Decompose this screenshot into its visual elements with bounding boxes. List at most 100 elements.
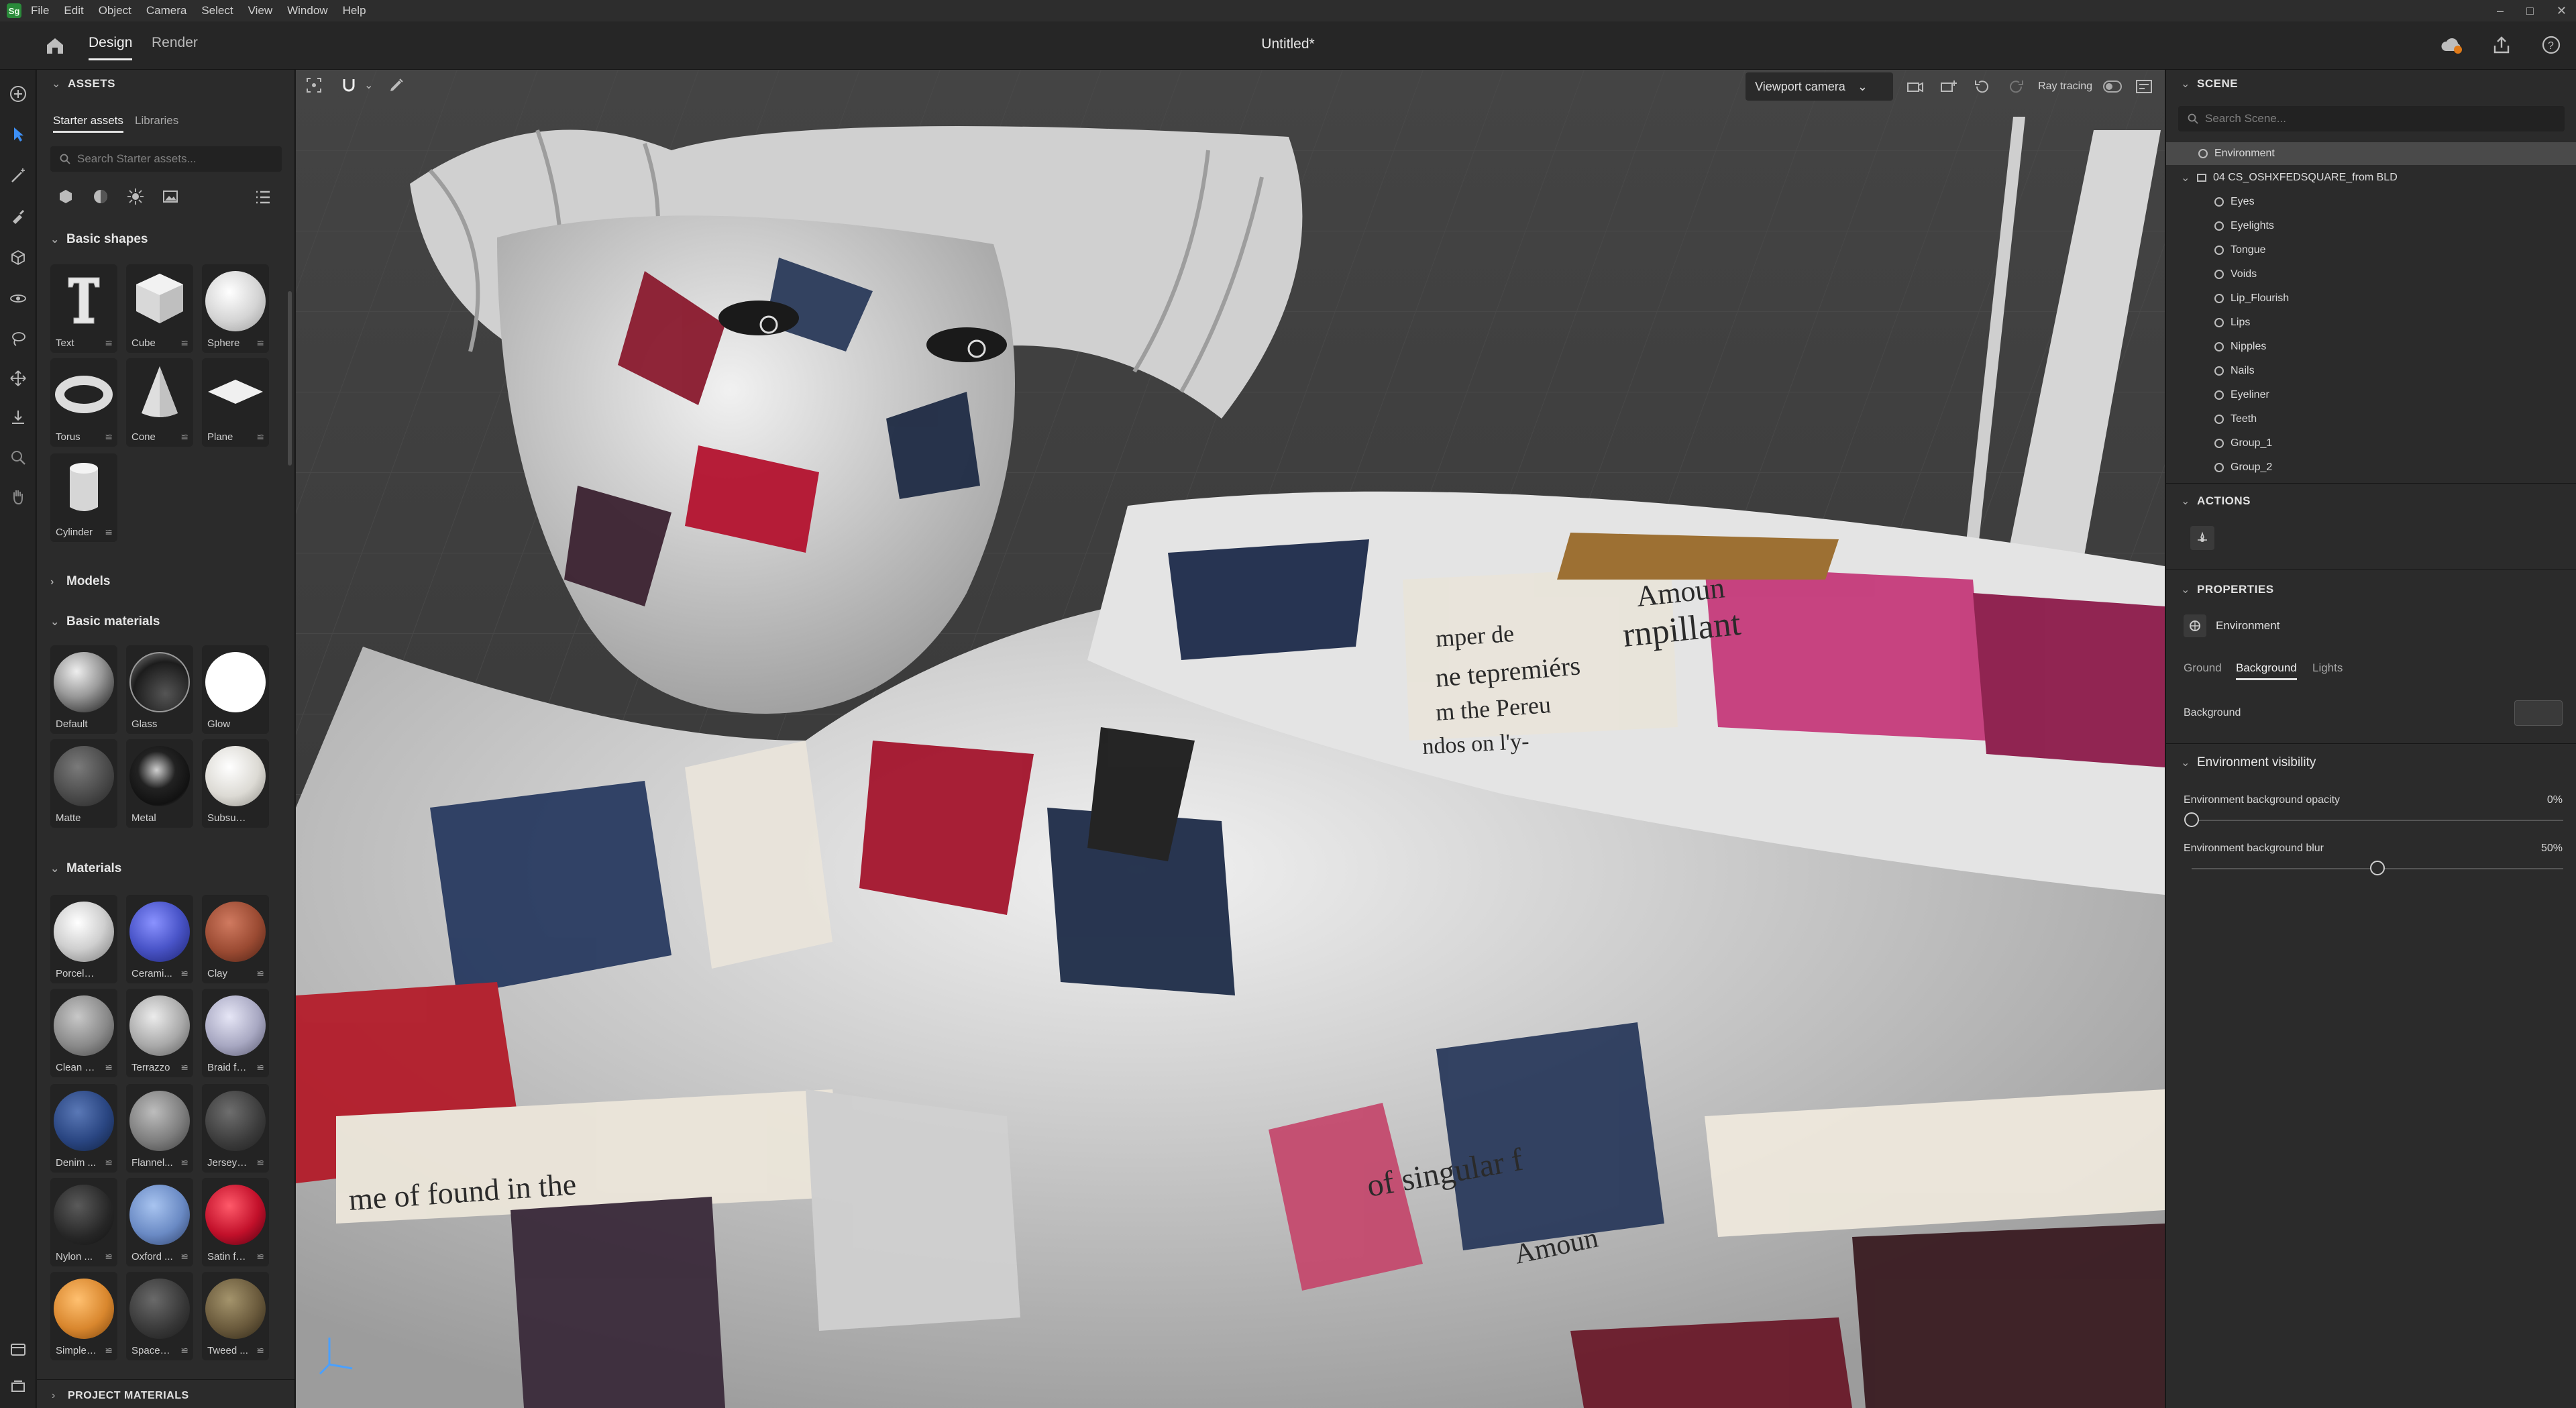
material-braid-fabric[interactable]: Braid fa... ≌ <box>202 989 269 1077</box>
material-terrazzo[interactable]: Terrazzo ≌ <box>126 989 193 1077</box>
options-icon[interactable]: ≌ <box>105 431 113 443</box>
material-porcelain[interactable]: Porcelain <box>50 895 117 983</box>
material-glow[interactable]: Glow <box>202 645 269 734</box>
menu-file[interactable]: File <box>31 4 49 17</box>
options-icon[interactable]: ≌ <box>180 431 189 443</box>
share-icon[interactable] <box>2490 34 2513 56</box>
add-icon[interactable] <box>6 82 30 106</box>
help-icon[interactable]: ? <box>2540 34 2563 56</box>
project-materials-header[interactable]: › PROJECT MATERIALS <box>37 1379 294 1408</box>
snap-magnet-icon[interactable] <box>337 74 360 97</box>
scene-item-nails[interactable]: Nails <box>2166 360 2576 382</box>
actions-header[interactable]: ⌄ ACTIONS <box>2181 494 2251 508</box>
tab-libraries[interactable]: Libraries <box>135 114 178 127</box>
scene-item-group-2[interactable]: Group_2 <box>2166 456 2576 479</box>
tab-lights[interactable]: Lights <box>2312 661 2343 675</box>
minimize-icon[interactable]: – <box>2497 4 2504 18</box>
material-denim[interactable]: Denim ... ≌ <box>50 1084 117 1173</box>
asset-torus[interactable]: Torus ≌ <box>50 358 117 447</box>
camera-add-icon[interactable] <box>1937 75 1960 98</box>
orbit-icon[interactable] <box>6 286 30 310</box>
maximize-icon[interactable]: □ <box>2526 4 2534 18</box>
materials-header[interactable]: ⌄ Materials <box>50 861 121 876</box>
material-jersey-fabric[interactable]: Jersey f... ≌ <box>202 1084 269 1173</box>
material-default[interactable]: Default <box>50 645 117 734</box>
options-icon[interactable]: ≌ <box>105 527 113 538</box>
material-glass[interactable]: Glass <box>126 645 193 734</box>
menu-select[interactable]: Select <box>201 4 233 17</box>
stack-icon[interactable] <box>6 1374 30 1398</box>
frame-selection-icon[interactable] <box>303 74 325 97</box>
chevron-down-icon[interactable]: ⌄ <box>364 78 373 92</box>
options-icon[interactable]: ≌ <box>105 337 113 349</box>
scene-header[interactable]: ⌄ SCENE <box>2181 76 2238 91</box>
camera-history-icon[interactable] <box>2004 75 2027 98</box>
scene-item-group-root[interactable]: ⌄ 04 CS_OSHXFEDSQUARE_from BLD <box>2166 166 2576 189</box>
paint-brush-icon[interactable] <box>6 204 30 228</box>
material-subsurface[interactable]: Subsurface <box>202 739 269 828</box>
scene-search[interactable] <box>2178 106 2565 131</box>
tab-ground[interactable]: Ground <box>2184 661 2222 675</box>
select-arrow-icon[interactable] <box>6 122 30 146</box>
material-spacer[interactable]: Spacer ... ≌ <box>126 1272 193 1360</box>
material-ceramic[interactable]: Cerami... ≌ <box>126 895 193 983</box>
assets-header[interactable]: ⌄ ASSETS <box>52 76 115 91</box>
render-settings-icon[interactable] <box>2133 75 2155 98</box>
blur-slider-thumb[interactable] <box>2370 861 2385 875</box>
environment-visibility-header[interactable]: ⌄ Environment visibility <box>2181 755 2316 770</box>
move-icon[interactable] <box>6 366 30 390</box>
material-simple[interactable]: Simple ... ≌ <box>50 1272 117 1360</box>
basic-materials-header[interactable]: ⌄ Basic materials <box>50 614 160 629</box>
asset-cube[interactable]: Cube ≌ <box>126 264 193 353</box>
ray-tracing-toggle[interactable] <box>2103 80 2122 93</box>
scene-search-input[interactable] <box>2205 112 2526 125</box>
scene-item-tongue[interactable]: Tongue <box>2166 239 2576 262</box>
options-icon[interactable]: ≌ <box>180 337 189 349</box>
options-icon[interactable]: ≌ <box>256 431 264 443</box>
asset-cone[interactable]: Cone ≌ <box>126 358 193 447</box>
list-view-icon[interactable] <box>254 189 272 205</box>
assets-scrollbar[interactable] <box>288 291 292 466</box>
menu-edit[interactable]: Edit <box>64 4 83 17</box>
tab-background[interactable]: Background <box>2236 661 2297 680</box>
tab-render[interactable]: Render <box>152 35 198 51</box>
scene-item-voids[interactable]: Voids <box>2166 263 2576 286</box>
menu-object[interactable]: Object <box>99 4 131 17</box>
scene-item-group-1[interactable]: Group_1 <box>2166 432 2576 455</box>
chevron-down-icon[interactable]: ⌄ <box>2181 171 2197 184</box>
archive-icon[interactable] <box>6 1338 30 1362</box>
home-button[interactable] <box>43 34 67 58</box>
action-button[interactable] <box>2190 526 2214 550</box>
opacity-slider-track[interactable] <box>2192 820 2563 821</box>
scene-item-teeth[interactable]: Teeth <box>2166 408 2576 431</box>
scene-item-eyelights[interactable]: Eyelights <box>2166 215 2576 237</box>
menu-window[interactable]: Window <box>287 4 327 17</box>
scene-item-lip-flourish[interactable]: Lip_Flourish <box>2166 287 2576 310</box>
cloud-sync-icon[interactable] <box>2440 34 2463 56</box>
scene-item-nipples[interactable]: Nipples <box>2166 335 2576 358</box>
material-clean-concrete[interactable]: Clean c... ≌ <box>50 989 117 1077</box>
options-icon[interactable]: ≌ <box>256 337 264 349</box>
models-header[interactable]: › Models <box>50 574 110 589</box>
close-icon[interactable]: ✕ <box>2557 4 2567 18</box>
asset-text[interactable]: Text ≌ <box>50 264 117 353</box>
cube-icon[interactable] <box>6 246 30 270</box>
background-color-swatch[interactable] <box>2514 700 2563 726</box>
tab-starter-assets[interactable]: Starter assets <box>53 114 123 133</box>
edit-transform-icon[interactable] <box>385 74 408 97</box>
menu-help[interactable]: Help <box>343 4 366 17</box>
viewport[interactable]: Amoun rnpillant mper de ne tepremiérs m … <box>296 70 2165 1408</box>
asset-cylinder[interactable]: Cylinder ≌ <box>50 453 117 542</box>
material-oxford[interactable]: Oxford ... ≌ <box>126 1178 193 1266</box>
images-filter-icon[interactable] <box>162 188 179 205</box>
properties-header[interactable]: ⌄ PROPERTIES <box>2181 582 2274 597</box>
material-satin-fabric[interactable]: Satin fa... ≌ <box>202 1178 269 1266</box>
scene-item-environment[interactable]: Environment <box>2166 142 2576 165</box>
drop-to-ground-icon[interactable] <box>6 405 30 429</box>
tab-design[interactable]: Design <box>89 35 133 60</box>
menu-view[interactable]: View <box>248 4 273 17</box>
magic-wand-icon[interactable] <box>6 164 30 188</box>
menu-camera[interactable]: Camera <box>146 4 186 17</box>
scene-item-lips[interactable]: Lips <box>2166 311 2576 334</box>
shapes-filter-icon[interactable] <box>57 188 74 205</box>
